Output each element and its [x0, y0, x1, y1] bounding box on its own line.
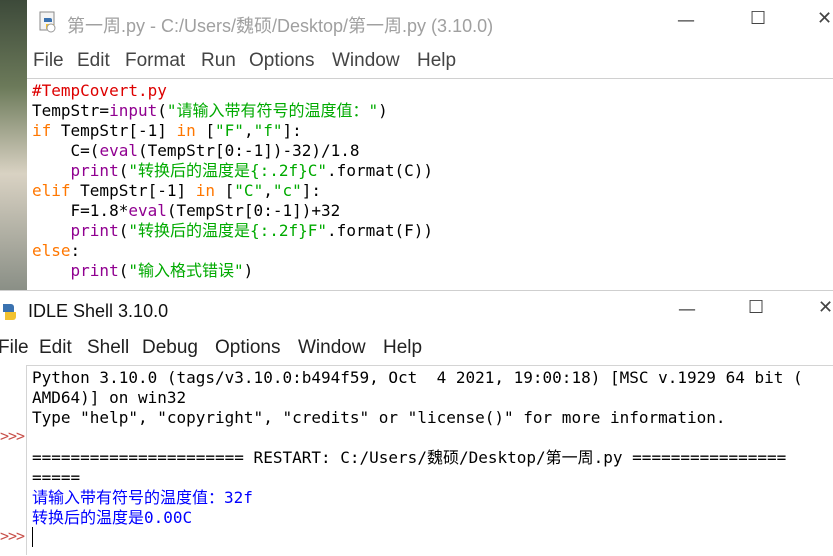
menu-edit[interactable]: Edit [77, 50, 110, 72]
menu-options[interactable]: Options [249, 50, 314, 72]
menu-edit[interactable]: Edit [39, 337, 72, 359]
shell-menu-bar: File Edit Shell Debug Options Window Hel… [0, 335, 833, 365]
code-line: TempStr=input("请输入带有符号的温度值：") [32, 101, 388, 120]
code-line: elif TempStr[-1] in ["C","c"]: [32, 181, 322, 200]
shell-title-bar[interactable]: IDLE Shell 3.10.0 — ☐ ✕ [0, 291, 833, 331]
code-line: print("输入格式错误") [70, 261, 254, 280]
shell-prompt: >>> [0, 527, 25, 545]
code-line: F=1.8*eval(TempStr[0:-1])+32 [32, 201, 341, 220]
menu-file[interactable]: File [33, 50, 64, 72]
shell-prompt: >>> [0, 427, 25, 445]
menu-debug[interactable]: Debug [142, 337, 198, 359]
shell-line: Type "help", "copyright", "credits" or "… [32, 408, 726, 427]
menu-shell[interactable]: Shell [87, 337, 129, 359]
close-button[interactable]: ✕ [817, 8, 832, 29]
menu-file[interactable]: File [0, 337, 29, 359]
shell-line: ===== [32, 468, 81, 487]
code-line: C=(eval(TempStr[0:-1])-32)/1.8 [32, 141, 360, 160]
menu-help[interactable]: Help [383, 337, 422, 359]
menu-format[interactable]: Format [125, 50, 185, 72]
code-line: print("转换后的温度是{:.2f}C".format(C)) [70, 161, 434, 180]
shell-stdout-line: 请输入带有符号的温度值：32f [32, 488, 253, 507]
menu-window[interactable]: Window [298, 337, 366, 359]
code-editor[interactable]: #TempCovert.py TempStr=input("请输入带有符号的温度… [27, 78, 833, 291]
close-button[interactable]: ✕ [818, 297, 833, 318]
maximize-button[interactable]: ☐ [748, 297, 764, 318]
text-cursor [32, 527, 33, 547]
editor-menu-bar: File Edit Format Run Options Window Help [27, 44, 833, 78]
shell-stdout-line: 转换后的温度是0.00C [32, 508, 193, 527]
desktop-background [0, 0, 27, 290]
menu-help[interactable]: Help [417, 50, 456, 72]
minimize-button[interactable]: — [678, 299, 696, 320]
menu-options[interactable]: Options [215, 337, 280, 359]
maximize-button[interactable]: ☐ [750, 8, 766, 29]
prompt-gutter: >>> >>> [0, 365, 27, 555]
shell-output[interactable]: Python 3.10.0 (tags/v3.10.0:b494f59, Oct… [27, 365, 833, 556]
shell-title: IDLE Shell 3.10.0 [28, 301, 169, 321]
python-file-icon [37, 11, 59, 37]
shell-line: AMD64)] on win32 [32, 388, 187, 407]
code-line: if TempStr[-1] in ["F","f"]: [32, 121, 302, 140]
shell-window: IDLE Shell 3.10.0 — ☐ ✕ File Edit Shell … [0, 290, 833, 555]
minimize-button[interactable]: — [677, 10, 695, 31]
idle-icon [0, 300, 21, 328]
shell-line: ====================== RESTART: C:/Users… [32, 448, 787, 467]
menu-run[interactable]: Run [201, 50, 236, 72]
editor-title-bar[interactable]: 第一周.py - C:/Users/魏硕/Desktop/第一周.py (3.1… [27, 0, 833, 44]
code-line: else: [32, 241, 81, 260]
shell-line: Python 3.10.0 (tags/v3.10.0:b494f59, Oct… [32, 368, 803, 387]
code-line: #TempCovert.py [32, 81, 167, 100]
editor-title: 第一周.py - C:/Users/魏硕/Desktop/第一周.py (3.1… [67, 16, 494, 36]
code-line: print("转换后的温度是{:.2f}F".format(F)) [70, 221, 434, 240]
menu-window[interactable]: Window [332, 50, 400, 72]
editor-window: 第一周.py - C:/Users/魏硕/Desktop/第一周.py (3.1… [27, 0, 833, 290]
